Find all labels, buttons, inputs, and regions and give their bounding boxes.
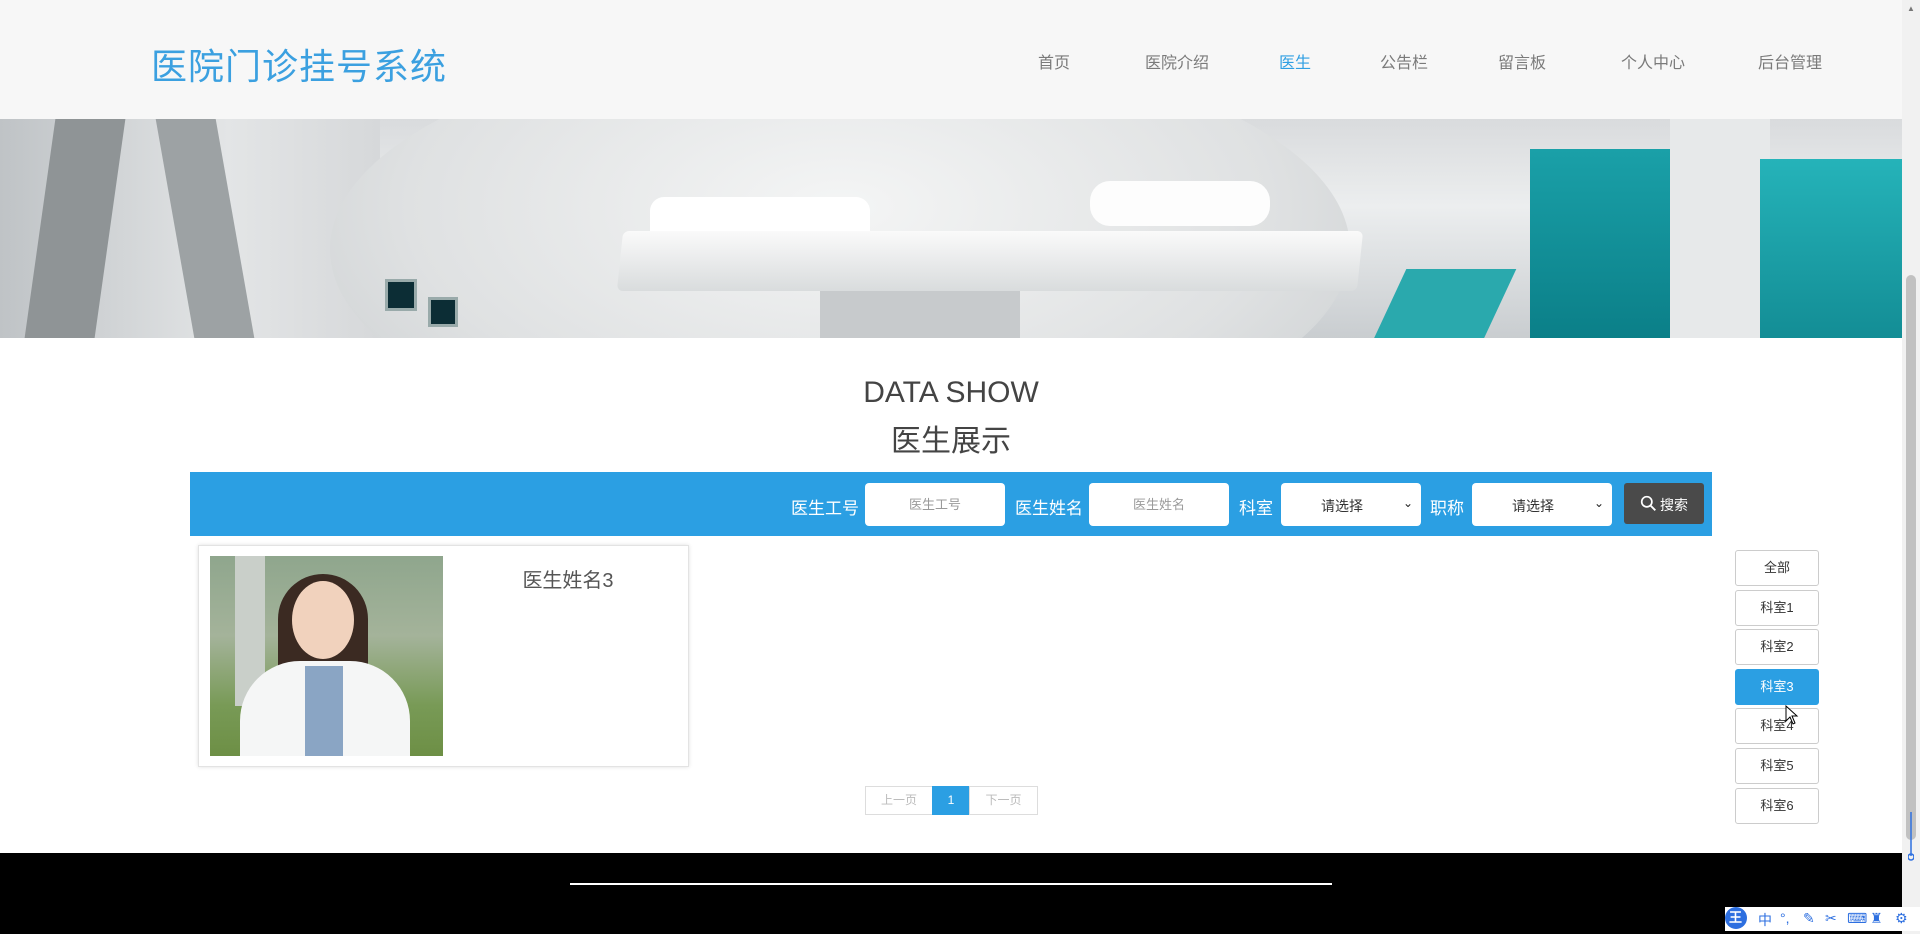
page-number-current[interactable]: 1 — [932, 786, 970, 815]
job-title-select-value: 请选择 — [1512, 498, 1554, 514]
scroll-indicator-icon — [1908, 812, 1914, 861]
nav-item-notice-board[interactable]: 公告栏 — [1380, 49, 1428, 73]
ime-toolbar: 王 中 °, ✎ ✂ ⌨ ♜ ⚙ — [1725, 907, 1920, 931]
scroll-up-arrow-icon[interactable]: ▲ — [1907, 4, 1915, 13]
search-icon — [1640, 495, 1656, 511]
dept-filter-6[interactable]: 科室6 — [1735, 788, 1819, 824]
section-title-cn: 医生展示 — [891, 425, 1011, 458]
gear-icon[interactable]: ⚙ — [1895, 910, 1908, 927]
department-select[interactable]: 请选择 ⌄ — [1281, 483, 1421, 526]
site-footer — [0, 853, 1902, 934]
chevron-down-icon: ⌄ — [1402, 496, 1413, 510]
ime-logo[interactable]: 王 — [1725, 907, 1747, 929]
doctor-id-label: 医生工号 — [791, 499, 859, 518]
next-page-button[interactable]: 下一页 — [969, 786, 1038, 815]
site-header: 医院门诊挂号系统 首页 医院介绍 医生 公告栏 留言板 个人中心 后台管理 — [0, 0, 1902, 119]
chevron-down-icon: ⌄ — [1593, 496, 1604, 510]
nav-item-doctors[interactable]: 医生 — [1279, 49, 1311, 73]
prev-page-button[interactable]: 上一页 — [865, 786, 933, 815]
pen-icon[interactable]: ✎ — [1803, 910, 1815, 927]
nav-item-admin[interactable]: 后台管理 — [1758, 49, 1822, 73]
dept-filter-2[interactable]: 科室2 — [1735, 629, 1819, 665]
main-nav: 首页 医院介绍 医生 公告栏 留言板 个人中心 后台管理 — [0, 49, 1902, 72]
search-bar: 医生工号 医生姓名 科室 请选择 ⌄ 职称 请选择 ⌄ 搜索 — [190, 472, 1712, 536]
doctor-photo[interactable] — [210, 556, 443, 756]
job-title-label: 职称 — [1430, 499, 1464, 518]
nav-item-home[interactable]: 首页 — [1038, 49, 1070, 73]
page-scrollbar[interactable]: ▲ ▼ — [1902, 0, 1920, 934]
keyboard-icon[interactable]: ⌨ — [1847, 910, 1867, 927]
department-label: 科室 — [1239, 499, 1273, 518]
doctor-name-input[interactable] — [1089, 483, 1229, 526]
doctor-id-input[interactable] — [865, 483, 1005, 526]
nav-item-hospital-intro[interactable]: 医院介绍 — [1145, 49, 1209, 73]
footer-divider — [570, 883, 1332, 885]
doctor-card[interactable]: 医生姓名3 — [198, 545, 689, 767]
dept-filter-4[interactable]: 科室4 — [1735, 708, 1819, 744]
nav-item-message-board[interactable]: 留言板 — [1498, 49, 1546, 73]
dept-filter-1[interactable]: 科室1 — [1735, 590, 1819, 626]
job-title-select[interactable]: 请选择 ⌄ — [1472, 483, 1612, 526]
doctor-name-label: 医生姓名 — [1015, 499, 1083, 518]
doctor-name[interactable]: 医生姓名3 — [453, 564, 683, 593]
dept-filter-3[interactable]: 科室3 — [1735, 669, 1819, 705]
mouse-cursor-icon — [1785, 705, 1799, 725]
nav-item-personal-center[interactable]: 个人中心 — [1621, 49, 1685, 73]
search-button-label: 搜索 — [1660, 497, 1688, 513]
scissors-icon[interactable]: ✂ — [1825, 910, 1837, 927]
dept-filter-all[interactable]: 全部 — [1735, 550, 1819, 586]
ime-mode-toggle[interactable]: 中 — [1758, 910, 1772, 930]
hero-banner-image — [0, 119, 1902, 338]
dept-filter-5[interactable]: 科室5 — [1735, 748, 1819, 784]
punctuation-icon[interactable]: °, — [1780, 910, 1790, 926]
scrollbar-thumb[interactable] — [1906, 275, 1916, 840]
section-title-en: DATA SHOW — [863, 376, 1039, 409]
search-button[interactable]: 搜索 — [1624, 483, 1704, 524]
department-select-value: 请选择 — [1321, 498, 1363, 514]
skin-icon[interactable]: ♜ — [1870, 910, 1883, 927]
